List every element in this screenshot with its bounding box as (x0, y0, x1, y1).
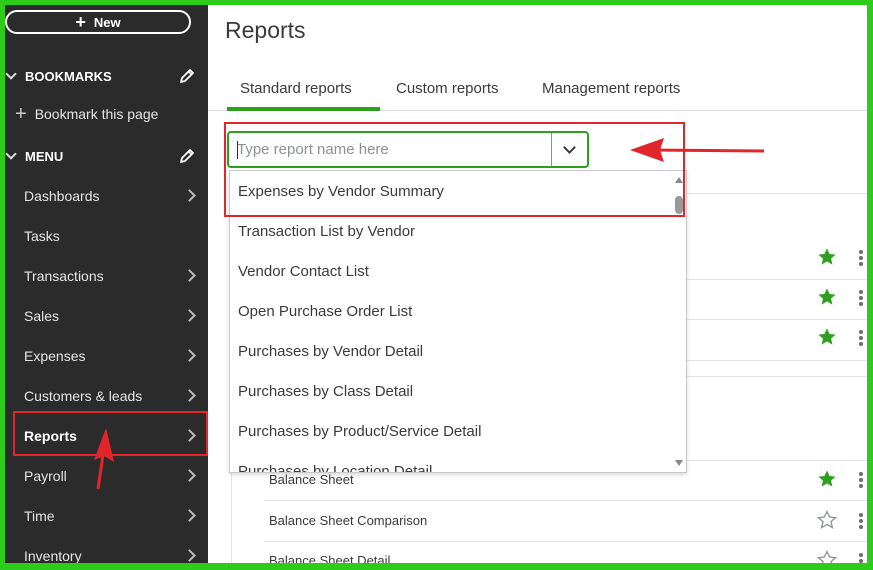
bookmarks-label: BOOKMARKS (25, 68, 112, 84)
main-content: Reports Standard reports Custom reports … (208, 5, 867, 563)
pencil-icon[interactable] (178, 67, 196, 85)
tab-management-reports[interactable]: Management reports (542, 80, 680, 97)
dropdown-option[interactable]: Purchases by Vendor Detail (238, 343, 423, 360)
page-title: Reports (225, 17, 306, 43)
menu-label: MENU (25, 148, 64, 164)
sidebar-item-transactions[interactable]: Transactions (5, 257, 208, 295)
sidebar-item-label: Tasks (24, 228, 60, 244)
bookmark-this-page[interactable]: + Bookmark this page (15, 104, 158, 124)
more-options-icon[interactable] (859, 290, 863, 306)
chevron-right-icon (183, 389, 196, 402)
star-outline-icon[interactable] (817, 550, 837, 563)
sidebar-item-label: Customers & leads (24, 388, 143, 404)
divider (687, 193, 867, 194)
sidebar-item-expenses[interactable]: Expenses (5, 337, 208, 375)
new-button-label: New (93, 14, 121, 30)
sidebar-item-time[interactable]: Time (5, 497, 208, 535)
pencil-icon[interactable] (178, 147, 196, 165)
tab-custom-reports[interactable]: Custom reports (396, 80, 499, 97)
chevron-right-icon (183, 549, 196, 562)
menu-header[interactable]: MENU (5, 144, 208, 168)
divider (687, 279, 867, 280)
dropdown-option[interactable]: Purchases by Product/Service Detail (238, 423, 481, 440)
chevron-right-icon (183, 309, 196, 322)
plus-icon: + (15, 103, 27, 125)
sidebar-item-tasks[interactable]: Tasks (5, 217, 208, 255)
active-tab-indicator (227, 107, 380, 111)
app-frame: + New BOOKMARKS + Bookmark this page MEN… (5, 5, 867, 563)
star-filled-icon[interactable] (817, 247, 837, 267)
more-options-icon[interactable] (859, 330, 863, 346)
sidebar-item-label: Time (24, 508, 55, 524)
divider (264, 500, 867, 501)
star-filled-icon[interactable] (817, 327, 837, 347)
report-balance-sheet[interactable]: Balance Sheet (269, 472, 354, 487)
chevron-right-icon (183, 469, 196, 482)
more-options-icon[interactable] (859, 472, 863, 488)
dropdown-option[interactable]: Purchases by Class Detail (238, 383, 413, 400)
search-annotation-box (224, 122, 685, 217)
dropdown-option[interactable]: Transaction List by Vendor (238, 223, 415, 240)
sidebar-item-dashboards[interactable]: Dashboards (5, 177, 208, 215)
sidebar-item-label: Transactions (24, 268, 104, 284)
sidebar-item-label: Payroll (24, 468, 67, 484)
divider (687, 360, 867, 361)
sidebar-item-inventory[interactable]: Inventory (5, 537, 208, 563)
dropdown-option[interactable]: Open Purchase Order List (238, 303, 412, 320)
sidebar: + New BOOKMARKS + Bookmark this page MEN… (5, 5, 208, 563)
tab-standard-reports[interactable]: Standard reports (240, 80, 352, 97)
chevron-down-icon (5, 68, 17, 80)
divider (687, 376, 867, 377)
sidebar-item-sales[interactable]: Sales (5, 297, 208, 335)
dropdown-option[interactable]: Vendor Contact List (238, 263, 369, 280)
sidebar-item-label: Expenses (24, 348, 86, 364)
sidebar-item-label: Dashboards (24, 188, 100, 204)
dropdown-option[interactable]: Purchases by Location Detail (238, 463, 432, 472)
divider (231, 473, 232, 563)
report-balance-sheet-comparison[interactable]: Balance Sheet Comparison (269, 513, 427, 528)
report-tabs: Standard reports Custom reports Manageme… (208, 72, 867, 111)
sidebar-item-label: Inventory (24, 548, 82, 563)
star-filled-icon[interactable] (817, 469, 837, 489)
divider (264, 541, 867, 542)
chevron-right-icon (183, 189, 196, 202)
chevron-right-icon (183, 349, 196, 362)
star-filled-icon[interactable] (817, 287, 837, 307)
divider (687, 319, 867, 320)
chevron-right-icon (183, 509, 196, 522)
more-options-icon[interactable] (859, 250, 863, 266)
bookmark-this-page-label: Bookmark this page (34, 106, 159, 122)
reports-annotation-box (13, 411, 208, 456)
report-balance-sheet-detail[interactable]: Balance Sheet Detail (269, 553, 390, 563)
sidebar-item-customers-leads[interactable]: Customers & leads (5, 377, 208, 415)
scroll-down-icon[interactable] (675, 460, 683, 466)
star-outline-icon[interactable] (817, 510, 837, 530)
bookmarks-header[interactable]: BOOKMARKS (5, 64, 208, 88)
more-options-icon[interactable] (859, 553, 863, 563)
chevron-right-icon (183, 269, 196, 282)
new-button[interactable]: + New (5, 10, 191, 34)
sidebar-item-payroll[interactable]: Payroll (5, 457, 208, 495)
more-options-icon[interactable] (859, 513, 863, 529)
chevron-down-icon (5, 148, 17, 160)
sidebar-item-label: Sales (24, 308, 60, 324)
plus-icon: + (75, 12, 86, 32)
